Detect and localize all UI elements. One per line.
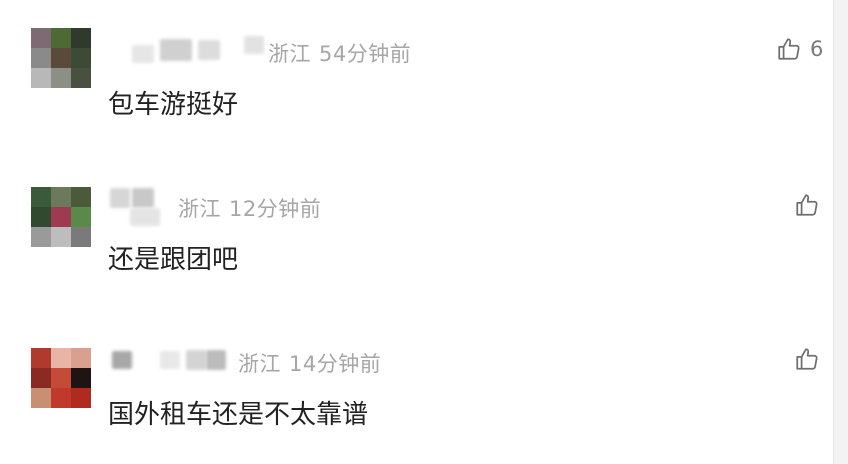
like-button[interactable] xyxy=(794,346,828,372)
avatar-pixel xyxy=(31,28,51,48)
avatar-pixel xyxy=(51,187,71,207)
avatar-pixel xyxy=(71,68,91,88)
comment-location: 浙江 xyxy=(238,352,281,376)
comment-text: 国外租车还是不太靠谱 xyxy=(108,400,369,430)
avatar-pixel xyxy=(31,348,51,368)
avatar-pixel xyxy=(71,227,91,247)
comment-time: 14分钟前 xyxy=(289,352,382,376)
avatar[interactable] xyxy=(31,187,91,247)
thumbs-up-icon xyxy=(794,192,820,218)
blur-block xyxy=(206,350,226,370)
blur-block xyxy=(186,350,206,370)
comment-meta: 浙江 12分钟前 xyxy=(178,193,321,223)
thumbs-up-icon xyxy=(794,346,820,372)
avatar-pixel xyxy=(51,207,71,227)
blur-block xyxy=(112,351,132,369)
comment-item: 浙江 14分钟前 国外租车还是不太靠谱 xyxy=(0,310,834,464)
blur-block xyxy=(110,188,130,208)
avatar-pixel xyxy=(31,68,51,88)
scrollbar[interactable] xyxy=(833,0,848,464)
avatar-pixel xyxy=(71,388,91,408)
comment-meta: 浙江 14分钟前 xyxy=(238,348,381,378)
avatar-pixel xyxy=(31,388,51,408)
comment-location: 浙江 xyxy=(178,197,221,221)
comment-item: 浙江 54分钟前 包车游挺好 6 xyxy=(0,0,834,150)
blur-block xyxy=(130,208,160,226)
avatar-pixel xyxy=(71,368,91,388)
blur-block xyxy=(132,188,154,208)
blur-block xyxy=(198,40,220,60)
avatar-pixel xyxy=(71,28,91,48)
comment-meta: 浙江 54分钟前 xyxy=(268,38,411,68)
comment-list: 浙江 54分钟前 包车游挺好 6 浙江 12分钟前 还是跟团吧 浙江 14分钟前… xyxy=(0,0,848,464)
blur-block xyxy=(244,36,264,54)
avatar-pixel xyxy=(51,28,71,48)
comment-time: 54分钟前 xyxy=(319,42,412,66)
blur-block xyxy=(132,45,154,63)
username-blurred[interactable] xyxy=(112,348,226,372)
avatar[interactable] xyxy=(31,28,91,88)
thumbs-up-icon xyxy=(776,36,802,62)
comment-text: 还是跟团吧 xyxy=(108,245,239,275)
avatar-pixel xyxy=(51,227,71,247)
username-blurred[interactable] xyxy=(110,188,160,228)
comment-location: 浙江 xyxy=(268,42,311,66)
like-button[interactable]: 6 xyxy=(776,36,823,62)
username-blurred[interactable] xyxy=(132,36,264,63)
avatar[interactable] xyxy=(31,348,91,408)
avatar-pixel xyxy=(51,388,71,408)
blur-block xyxy=(160,351,180,369)
comment-time: 12分钟前 xyxy=(229,197,322,221)
blur-block xyxy=(160,39,192,61)
avatar-pixel xyxy=(31,207,51,227)
avatar-pixel xyxy=(31,187,51,207)
avatar-pixel xyxy=(51,48,71,68)
avatar-pixel xyxy=(51,348,71,368)
avatar-pixel xyxy=(71,348,91,368)
like-button[interactable] xyxy=(794,192,828,218)
avatar-pixel xyxy=(51,68,71,88)
avatar-pixel xyxy=(31,48,51,68)
comment-text: 包车游挺好 xyxy=(108,90,239,120)
avatar-pixel xyxy=(31,368,51,388)
avatar-pixel xyxy=(71,207,91,227)
avatar-pixel xyxy=(71,187,91,207)
like-count: 6 xyxy=(810,37,824,61)
avatar-pixel xyxy=(31,227,51,247)
avatar-pixel xyxy=(71,48,91,68)
avatar-pixel xyxy=(51,368,71,388)
comment-item: 浙江 12分钟前 还是跟团吧 xyxy=(0,150,834,310)
